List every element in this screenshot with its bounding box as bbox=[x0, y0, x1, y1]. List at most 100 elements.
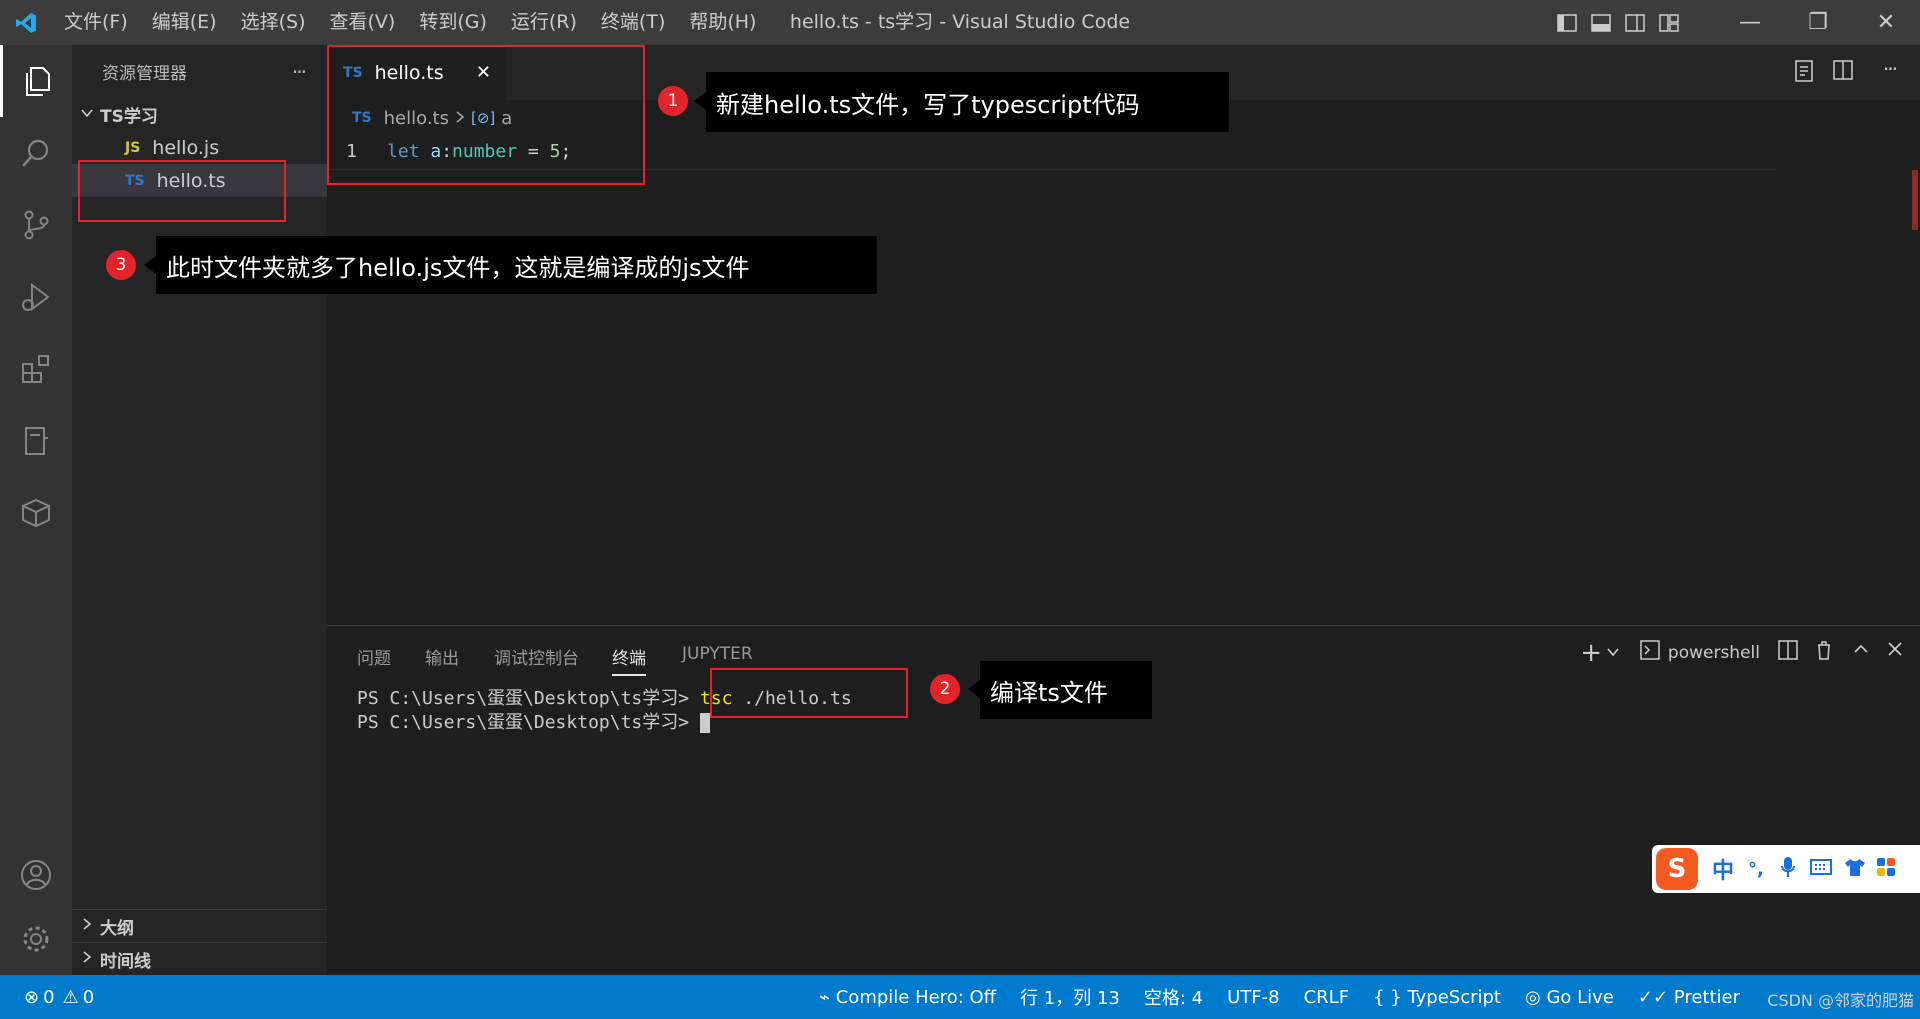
tab-problems[interactable]: 问题 bbox=[357, 644, 391, 669]
extensions-icon[interactable] bbox=[0, 333, 72, 405]
go-live-label: Go Live bbox=[1546, 986, 1614, 1008]
warning-count: 0 bbox=[82, 986, 95, 1008]
toggle-panel-icon[interactable] bbox=[1584, 0, 1618, 45]
package-icon[interactable] bbox=[0, 477, 72, 549]
terminal-icon bbox=[1640, 640, 1660, 665]
callout-arrow bbox=[968, 680, 980, 698]
scrollbar-indicator[interactable] bbox=[1912, 170, 1918, 230]
go-live-status[interactable]: ◎ Go Live bbox=[1513, 987, 1626, 1008]
more-actions-icon[interactable]: ··· bbox=[292, 60, 307, 84]
compile-hero-label: Compile Hero: Off bbox=[835, 986, 997, 1008]
minimize-button[interactable]: — bbox=[1716, 0, 1784, 45]
terminal-line-2[interactable]: PS C:\Users\蛋蛋\Desktop\ts学习> bbox=[357, 708, 710, 734]
source-control-icon[interactable] bbox=[0, 189, 72, 261]
toggle-secondary-sidebar-icon[interactable] bbox=[1618, 0, 1652, 45]
tab-output[interactable]: 输出 bbox=[425, 644, 459, 669]
menu-file[interactable]: 文件(F) bbox=[52, 0, 140, 45]
annotation-badge-2: 2 bbox=[930, 674, 960, 704]
open-preview-icon[interactable] bbox=[1793, 59, 1815, 87]
panel-actions: + bbox=[1580, 638, 1620, 668]
outline-section[interactable]: 大纲 bbox=[72, 909, 327, 942]
error-count: 0 bbox=[43, 986, 55, 1008]
end-of-line[interactable]: CRLF bbox=[1292, 987, 1361, 1008]
ime-punctuation[interactable]: °, bbox=[1748, 859, 1764, 880]
compile-hero-status[interactable]: ⌁ Compile Hero: Off bbox=[807, 987, 1008, 1008]
indentation[interactable]: 空格: 4 bbox=[1132, 984, 1215, 1010]
activity-bar bbox=[0, 45, 72, 975]
split-editor-icon[interactable] bbox=[1832, 59, 1854, 85]
status-bar: ⊗ 0 ⚠ 0 ⌁ Compile Hero: Off 行 1，列 13 空格:… bbox=[0, 975, 1920, 1019]
error-icon: ⊗ bbox=[24, 986, 40, 1008]
annotation-box-tab bbox=[327, 45, 645, 185]
maximize-button[interactable]: ❐ bbox=[1784, 0, 1852, 45]
trash-icon[interactable] bbox=[1814, 640, 1834, 664]
broadcast-icon: ⌁ bbox=[819, 986, 836, 1008]
annotation-badge-1: 1 bbox=[658, 86, 688, 116]
callout-arrow bbox=[144, 256, 156, 274]
chevron-down-icon[interactable] bbox=[1606, 644, 1620, 663]
new-terminal-icon[interactable]: + bbox=[1580, 638, 1602, 668]
ime-toolbar: S 中 °, bbox=[1652, 845, 1920, 893]
keyboard-icon[interactable] bbox=[1809, 858, 1832, 880]
tab-terminal[interactable]: 终端 bbox=[612, 644, 646, 676]
split-terminal-icon[interactable] bbox=[1778, 640, 1798, 664]
chevron-right-icon bbox=[80, 916, 94, 936]
annotation-badge-3: 3 bbox=[106, 250, 136, 280]
encoding[interactable]: UTF-8 bbox=[1215, 987, 1291, 1008]
menu-selection[interactable]: 选择(S) bbox=[229, 0, 318, 45]
braces-icon: { } bbox=[1373, 986, 1408, 1008]
ime-language[interactable]: 中 bbox=[1712, 853, 1734, 885]
close-button[interactable]: ✕ bbox=[1852, 0, 1920, 45]
menu-go[interactable]: 转到(G) bbox=[407, 0, 499, 45]
terminal-prompt: PS C:\Users\蛋蛋\Desktop\ts学习> bbox=[357, 712, 700, 733]
menu-help[interactable]: 帮助(H) bbox=[677, 0, 768, 45]
double-check-icon: ✓✓ bbox=[1637, 986, 1674, 1008]
menu-run[interactable]: 运行(R) bbox=[499, 0, 589, 45]
file-name: hello.js bbox=[152, 136, 220, 159]
account-icon[interactable] bbox=[0, 839, 72, 911]
toggle-sidebar-icon[interactable] bbox=[1550, 0, 1584, 45]
outline-label: 大纲 bbox=[100, 918, 134, 939]
timeline-section[interactable]: 时间线 bbox=[72, 942, 327, 975]
sogou-logo-icon[interactable]: S bbox=[1656, 848, 1698, 890]
more-actions-icon[interactable]: ··· bbox=[1883, 57, 1898, 81]
microphone-icon[interactable] bbox=[1780, 856, 1796, 882]
cursor-position[interactable]: 行 1，列 13 bbox=[1008, 984, 1132, 1010]
customize-layout-icon[interactable] bbox=[1652, 0, 1686, 45]
annotation-box-command bbox=[710, 668, 908, 718]
chevron-right-icon bbox=[80, 949, 94, 969]
notebook-icon[interactable] bbox=[0, 405, 72, 477]
search-icon[interactable] bbox=[0, 117, 72, 189]
shell-name: powershell bbox=[1667, 642, 1760, 663]
js-file-icon: JS bbox=[125, 139, 141, 156]
toolbox-grid-icon[interactable] bbox=[1876, 857, 1896, 881]
menu-view[interactable]: 查看(V) bbox=[318, 0, 408, 45]
run-debug-icon[interactable] bbox=[0, 261, 72, 333]
settings-gear-icon[interactable] bbox=[0, 903, 72, 975]
language-label: TypeScript bbox=[1407, 986, 1501, 1008]
prettier-label: Prettier bbox=[1673, 986, 1740, 1008]
problems-status[interactable]: ⊗ 0 ⚠ 0 bbox=[0, 987, 106, 1008]
maximize-panel-icon[interactable] bbox=[1852, 640, 1870, 662]
folder-row[interactable]: TS学习 bbox=[72, 98, 327, 131]
csdn-watermark: CSDN @邻家的肥猫 bbox=[1767, 991, 1914, 1010]
explorer-icon[interactable] bbox=[0, 45, 72, 117]
menu-terminal[interactable]: 终端(T) bbox=[589, 0, 677, 45]
close-panel-icon[interactable] bbox=[1886, 640, 1904, 662]
annotation-callout-1: 新建hello.ts文件，写了typescript代码 bbox=[706, 72, 1229, 132]
folder-name: TS学习 bbox=[100, 107, 158, 127]
timeline-label: 时间线 bbox=[100, 951, 151, 972]
terminal-prompt: PS C:\Users\蛋蛋\Desktop\ts学习> bbox=[357, 688, 700, 709]
annotation-box-file bbox=[78, 160, 286, 222]
annotation-callout-2: 编译ts文件 bbox=[980, 661, 1152, 719]
language-mode[interactable]: { } TypeScript bbox=[1361, 987, 1513, 1008]
tab-debug-console[interactable]: 调试控制台 bbox=[494, 644, 579, 669]
menu-edit[interactable]: 编辑(E) bbox=[140, 0, 229, 45]
window-controls: — ❐ ✕ bbox=[1550, 0, 1920, 45]
chevron-down-icon bbox=[80, 105, 94, 125]
explorer-title: 资源管理器 bbox=[102, 64, 187, 84]
terminal-selector[interactable]: powershell bbox=[1640, 640, 1760, 665]
tab-jupyter[interactable]: JUPYTER bbox=[682, 644, 753, 664]
skin-shirt-icon[interactable] bbox=[1844, 857, 1866, 881]
vscode-logo-icon bbox=[0, 0, 52, 45]
